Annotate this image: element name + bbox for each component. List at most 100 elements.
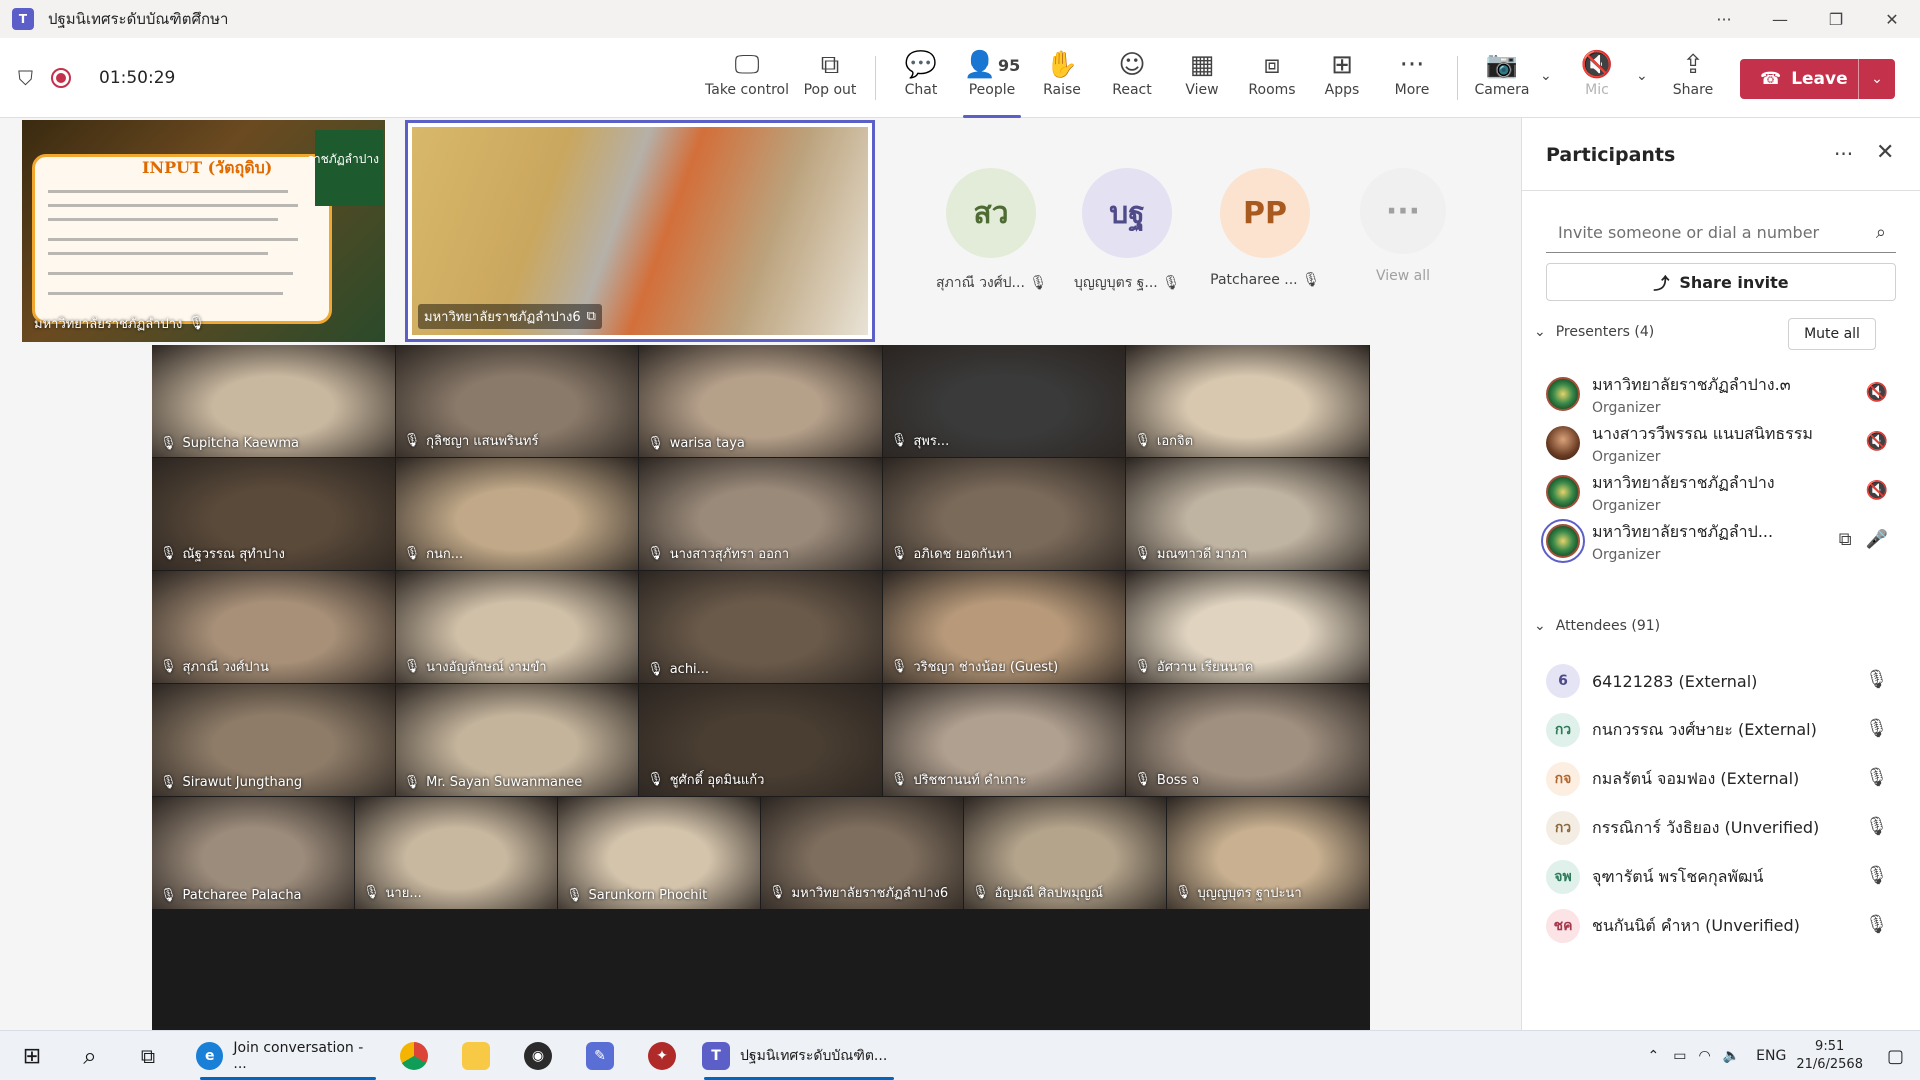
taskbar-file-explorer[interactable]: [456, 1031, 496, 1080]
avatar-tile[interactable]: สว สุภาณี วงศ์ป... 🎙: [936, 168, 1047, 294]
attendee-row[interactable]: 6 64121283 (External) 🎙: [1546, 653, 1906, 709]
participant-video-tile[interactable]: 🎙 กุลิชญา แสนพรินทร์: [395, 345, 639, 457]
participant-video-tile[interactable]: 🎙 อัญมณี ศิลปพมุญณ์: [964, 797, 1166, 909]
presenter-row[interactable]: มหาวิทยาลัยราชภัฏลำป... Organizer ⧉ 🎤: [1541, 513, 1906, 569]
search-icon[interactable]: ⌕: [1876, 222, 1886, 243]
shared-screen-tile[interactable]: INPUT (วัตถุดิบ) ราชภัฏลำปาง มหาวิทยาลัย…: [22, 120, 385, 342]
participant-video-tile[interactable]: 🎙 achi...: [639, 571, 882, 683]
camera-options-chevron-icon[interactable]: ⌄: [1540, 68, 1552, 84]
language-indicator[interactable]: ENG: [1756, 1048, 1786, 1064]
search-icon[interactable]: ⌕: [70, 1031, 110, 1080]
close-window-button[interactable]: ✕: [1864, 0, 1920, 38]
participant-video-tile[interactable]: 🎙 มหาวิทยาลัยราชภัฏลำปาง6: [761, 797, 963, 909]
start-button-windows-icon[interactable]: ⊞: [14, 1031, 50, 1080]
participant-video-tile[interactable]: 🎙 ชูศักดิ์ อุดมินแก้ว: [639, 684, 882, 796]
participant-video-tile[interactable]: 🎙 อัศวาน เรียนนาค: [1126, 571, 1369, 683]
taskbar-teams-window[interactable]: T ปฐมนิเทศระดับบัณฑิต...: [702, 1031, 894, 1080]
participant-video-tile[interactable]: 🎙 Supitcha Kaewma: [152, 345, 395, 457]
attendee-row[interactable]: กจ กมลรัตน์ จอมฟอง (External) 🎙: [1546, 751, 1906, 807]
presenter-row[interactable]: มหาวิทยาลัยราชภัฏลำปาง Organizer 🔇: [1546, 464, 1906, 520]
presenter-row[interactable]: มหาวิทยาลัยราชภัฏลำปาง.๓ Organizer 🔇: [1546, 366, 1906, 422]
invite-input[interactable]: Invite someone or dial a number ⌕: [1546, 213, 1896, 253]
mic-muted-icon[interactable]: 🎙: [1865, 816, 1888, 837]
participant-video-tile[interactable]: 🎙 นาย...: [355, 797, 557, 909]
attendee-row[interactable]: จพ จุฑารัตน์ พรโชคกุลพัฒน์ 🎙: [1546, 849, 1906, 905]
mic-button[interactable]: 🔇 Mic: [1562, 48, 1632, 112]
taskbar-app[interactable]: ✎: [580, 1031, 620, 1080]
task-view-icon[interactable]: ⧉: [128, 1031, 168, 1080]
leave-options-chevron-icon[interactable]: ⌄: [1858, 59, 1895, 99]
wifi-icon[interactable]: ◠: [1698, 1048, 1710, 1064]
mic-off-icon[interactable]: 🔇: [1866, 480, 1888, 501]
mic-options-chevron-icon[interactable]: ⌄: [1636, 68, 1648, 84]
view-button[interactable]: ▦ View: [1167, 48, 1237, 112]
notifications-icon[interactable]: ▢: [1887, 1046, 1904, 1067]
taskbar-chrome[interactable]: [394, 1031, 434, 1080]
participant-video-tile[interactable]: 🎙 Sarunkorn Phochit: [558, 797, 760, 909]
participant-video-tile[interactable]: 🎙 นางสาวสุภัทรา ออกา: [639, 458, 882, 570]
mic-off-icon[interactable]: 🔇: [1866, 431, 1888, 452]
chat-button[interactable]: 💬 Chat: [886, 48, 956, 112]
attendee-row[interactable]: กว กรรณิการ์ วังธิยอง (Unverified) 🎙: [1546, 800, 1906, 856]
more-button[interactable]: ··· More: [1377, 48, 1447, 112]
mic-muted-icon[interactable]: 🎙: [1865, 669, 1888, 690]
participant-video-tile[interactable]: 🎙 บุญญบุตร ฐาปะนา: [1167, 797, 1369, 909]
camera-button[interactable]: 📷 Camera: [1467, 48, 1537, 112]
chevron-up-icon[interactable]: ⌃: [1648, 1048, 1660, 1064]
participant-video-tile[interactable]: 🎙 ปริชชานนท์ คำเกาะ: [882, 684, 1126, 796]
chat-label: Chat: [904, 82, 938, 98]
presenters-section-header[interactable]: ⌄ Presenters (4): [1534, 324, 1654, 340]
view-all-button[interactable]: ··· View all: [1348, 168, 1458, 284]
share-button[interactable]: ⇪ Share: [1658, 48, 1728, 112]
mic-muted-icon[interactable]: 🎙: [1865, 914, 1888, 935]
leave-button[interactable]: ☎ Leave ⌄: [1740, 59, 1895, 99]
participant-video-tile[interactable]: 🎙 อภิเดช ยอดกันหา: [882, 458, 1126, 570]
participant-video-tile[interactable]: 🎙 นางอัญลักษณ์ งามขำ: [395, 571, 639, 683]
react-button[interactable]: ☺ React: [1097, 48, 1167, 112]
attendee-row[interactable]: ชค ชนกันนิต์ คำหา (Unverified) 🎙: [1546, 898, 1906, 954]
battery-icon[interactable]: ▭: [1673, 1048, 1686, 1064]
participant-video-tile[interactable]: 🎙 เอกจิต: [1126, 345, 1369, 457]
more-options-icon[interactable]: ···: [1696, 0, 1752, 38]
rooms-button[interactable]: ⧈ Rooms: [1237, 48, 1307, 112]
mic-muted-icon[interactable]: 🎙: [1865, 767, 1888, 788]
participant-video-tile[interactable]: 🎙 Patcharee Palacha: [152, 797, 354, 909]
taskbar-thai-emblem[interactable]: ✦: [642, 1031, 682, 1080]
share-invite-button[interactable]: ⤴ Share invite: [1546, 263, 1896, 301]
apps-button[interactable]: ⊞ Apps: [1307, 48, 1377, 112]
mic-icon[interactable]: 🎤: [1866, 529, 1888, 550]
shield-icon[interactable]: ⛉: [18, 66, 33, 90]
mute-all-button[interactable]: Mute all: [1788, 318, 1876, 350]
mic-muted-icon[interactable]: 🎙: [1865, 718, 1888, 739]
restore-button[interactable]: ❐: [1808, 0, 1864, 38]
attendees-section-header[interactable]: ⌄ Attendees (91): [1534, 618, 1660, 634]
minimize-button[interactable]: —: [1752, 0, 1808, 38]
pop-out-button[interactable]: ⧉ Pop out: [795, 48, 865, 112]
taskbar-edge-window[interactable]: e Join conversation - ...: [196, 1031, 378, 1080]
participant-video-tile[interactable]: 🎙 Boss จ: [1126, 684, 1369, 796]
volume-icon[interactable]: 🔈: [1723, 1048, 1740, 1064]
attendee-row[interactable]: กว กนกวรรณ วงศ์ษายะ (External) 🎙: [1546, 702, 1906, 758]
mic-off-icon[interactable]: 🔇: [1866, 382, 1888, 403]
participant-video-tile[interactable]: 🎙 สุพร...: [882, 345, 1126, 457]
participant-video-tile[interactable]: 🎙 มณฑาวดี มาภา: [1126, 458, 1369, 570]
participant-video-tile[interactable]: 🎙 วริชญา ช่างน้อย (Guest): [882, 571, 1126, 683]
raise-hand-button[interactable]: ✋ Raise: [1027, 48, 1097, 112]
avatar-tile[interactable]: บฐ บุญญบุตร ฐ... 🎙: [1072, 168, 1182, 294]
avatar-tile[interactable]: PP Patcharee ... 🎙: [1210, 168, 1320, 288]
participant-video-tile[interactable]: 🎙 ณัฐวรรณ สุทำปาง: [152, 458, 395, 570]
people-button[interactable]: 👤 95 People: [957, 48, 1027, 118]
participant-video-tile[interactable]: 🎙 Sirawut Jungthang: [152, 684, 395, 796]
mic-muted-icon[interactable]: 🎙: [1865, 865, 1888, 886]
participant-video-tile[interactable]: 🎙 สุภาณี วงศ์ปาน: [152, 571, 395, 683]
participant-video-tile[interactable]: 🎙 กนก...: [395, 458, 639, 570]
participant-video-tile[interactable]: 🎙 Mr. Sayan Suwanmanee: [395, 684, 639, 796]
presenter-row[interactable]: นางสาวรวีพรรณ แนบสนิทธรรม Organizer 🔇: [1546, 415, 1906, 471]
taskbar-obs[interactable]: ◉: [518, 1031, 558, 1080]
clock[interactable]: 9:51 21/6/2568: [1796, 1038, 1863, 1074]
participant-video-tile[interactable]: 🎙 warisa taya: [639, 345, 882, 457]
more-options-icon[interactable]: ···: [1834, 142, 1853, 166]
take-control-button[interactable]: 🖵 Take control: [705, 48, 789, 112]
close-icon[interactable]: ✕: [1876, 140, 1894, 165]
active-speaker-tile[interactable]: มหาวิทยาลัยราชภัฏลำปาง6 ⧉: [405, 120, 875, 342]
